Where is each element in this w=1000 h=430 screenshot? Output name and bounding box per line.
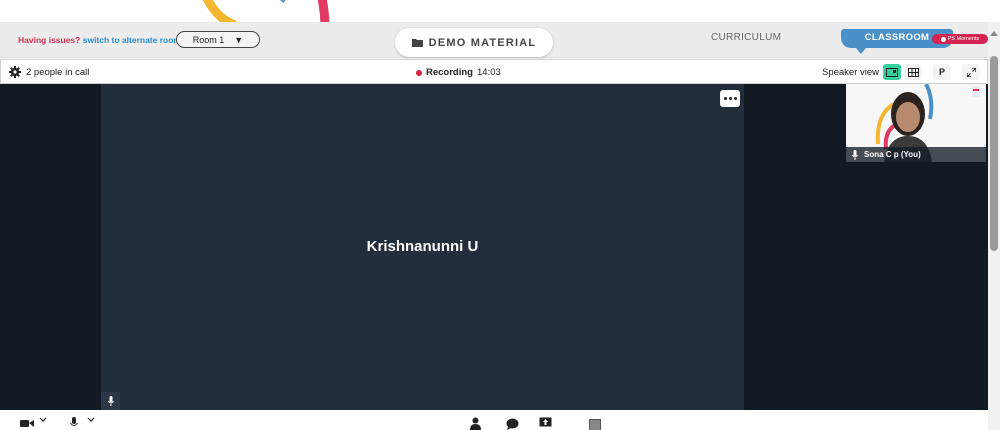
folder-icon bbox=[411, 39, 423, 47]
call-header: 2 people in call Recording 14:03 Speaker… bbox=[0, 59, 988, 84]
speaker-layout-icon bbox=[886, 67, 898, 77]
more-options-button[interactable] bbox=[720, 90, 740, 107]
caret-down-icon: ▼ bbox=[234, 34, 244, 45]
room-select-value: Room 1 bbox=[192, 34, 225, 45]
issues-prefix: Having issues? bbox=[18, 35, 81, 45]
microphone-icon bbox=[107, 396, 114, 406]
grid-layout-icon bbox=[907, 67, 919, 77]
expand-icon bbox=[966, 67, 976, 77]
issues-notice: Having issues? switch to alternate room bbox=[18, 35, 181, 45]
page-scrollbar[interactable] bbox=[988, 22, 1000, 430]
microphone-icon bbox=[852, 149, 858, 160]
main-participant-name: Krishnanunni U bbox=[366, 238, 479, 255]
demo-material-label: DEMO MATERIAL bbox=[428, 36, 537, 49]
dot bbox=[728, 97, 732, 100]
self-name-bar: Sona C p (You) bbox=[846, 147, 986, 162]
record-stop-button[interactable] bbox=[589, 419, 601, 430]
speaker-view-button[interactable] bbox=[883, 64, 901, 80]
plus-icon bbox=[940, 36, 946, 42]
room-select[interactable]: Room 1 ▼ bbox=[176, 31, 260, 48]
chevron-down-icon[interactable] bbox=[87, 417, 95, 422]
demo-material-button[interactable]: DEMO MATERIAL bbox=[395, 28, 553, 57]
tab-notch bbox=[856, 48, 866, 54]
ps-moments-label: PS Moments bbox=[947, 36, 980, 42]
ps-moments-button[interactable]: PS Moments bbox=[932, 34, 988, 44]
fullscreen-button[interactable] bbox=[962, 64, 980, 80]
bottom-controls bbox=[0, 410, 988, 430]
record-dot-icon bbox=[416, 69, 422, 76]
share-screen-icon[interactable] bbox=[539, 417, 552, 428]
self-participant-name: Sona C p (You) bbox=[864, 150, 921, 159]
recording-label: Recording bbox=[426, 67, 473, 78]
participants-icon[interactable] bbox=[470, 417, 481, 430]
chevron-down-icon[interactable] bbox=[39, 417, 47, 422]
main-video-tile[interactable]: Krishnanunni U bbox=[101, 84, 744, 410]
recording-time: 14:03 bbox=[476, 67, 501, 78]
alternate-room-link[interactable]: switch to alternate room bbox=[83, 35, 181, 45]
video-area: Krishnanunni U Sona C p (You) bbox=[0, 84, 988, 410]
self-video-tile[interactable]: Sona C p (You) bbox=[846, 84, 986, 162]
people-count: 2 people in call bbox=[26, 67, 90, 78]
p-button[interactable]: P bbox=[933, 64, 951, 80]
scroll-thumb[interactable] bbox=[990, 56, 998, 251]
gear-icon[interactable] bbox=[9, 66, 21, 78]
top-bar: Having issues? switch to alternate room … bbox=[0, 22, 988, 58]
recording-status: Recording 14:03 bbox=[416, 67, 501, 78]
camera-icon[interactable] bbox=[20, 418, 34, 428]
chat-icon[interactable] bbox=[506, 418, 519, 430]
classroom-label: CLASSROOM bbox=[864, 32, 930, 43]
grid-view-button[interactable] bbox=[904, 64, 922, 80]
dot bbox=[733, 97, 737, 100]
microphone-icon[interactable] bbox=[70, 417, 78, 429]
dot bbox=[723, 97, 727, 100]
speaker-view-label: Speaker view bbox=[822, 67, 880, 78]
participant-mic-indicator bbox=[101, 392, 120, 410]
scroll-up-arrow-icon[interactable] bbox=[990, 31, 998, 36]
curriculum-tab[interactable]: CURRICULUM bbox=[711, 32, 781, 43]
